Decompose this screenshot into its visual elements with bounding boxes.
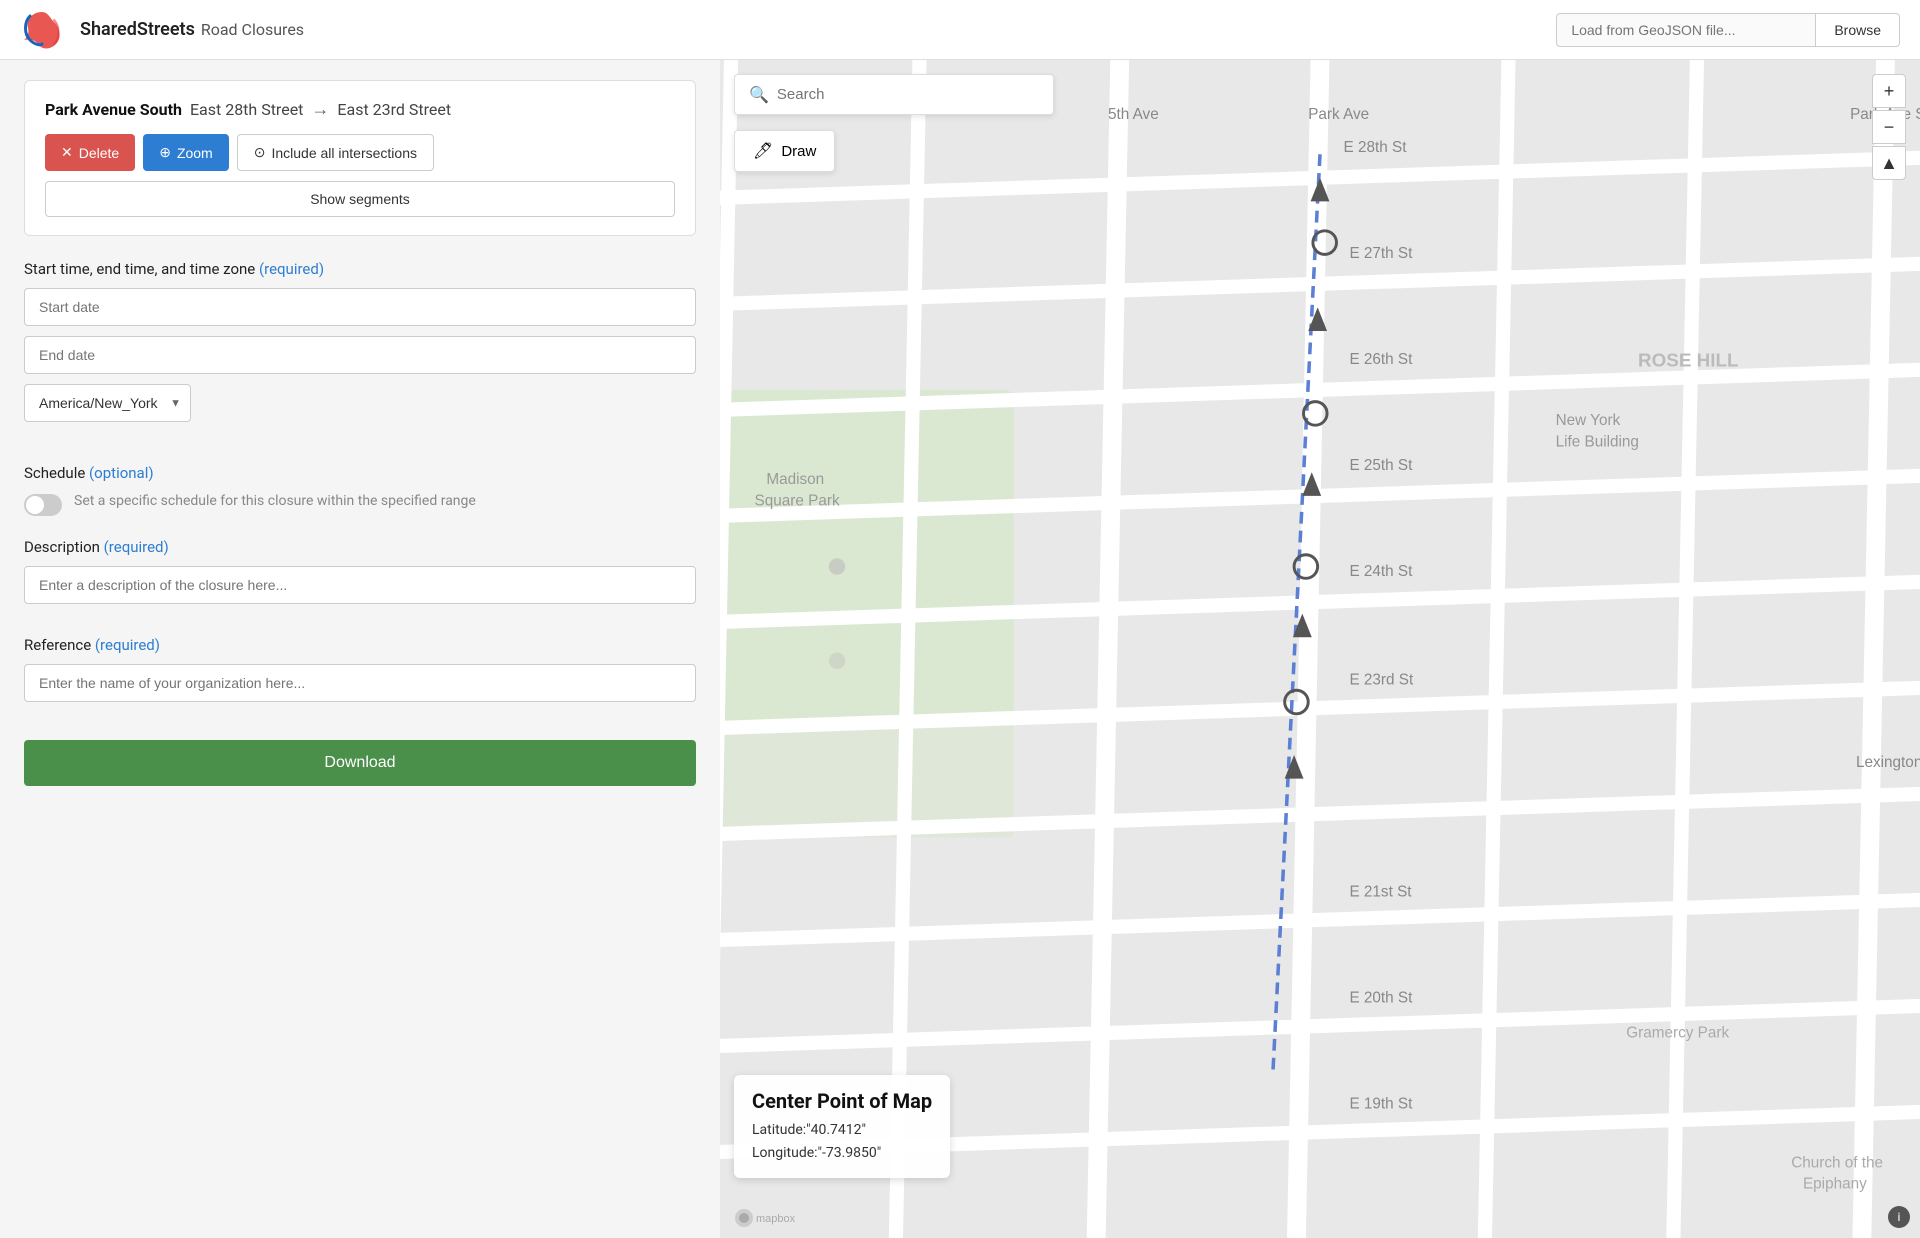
geojson-input[interactable] — [1556, 13, 1816, 47]
svg-text:E 23rd St: E 23rd St — [1349, 671, 1414, 688]
closure-to: East 23rd Street — [337, 100, 451, 119]
zoom-in-button[interactable]: + — [1872, 74, 1906, 108]
search-icon: 🔍 — [749, 85, 769, 104]
svg-text:mapbox: mapbox — [756, 1213, 796, 1225]
include-label: Include all intersections — [271, 145, 417, 161]
center-point-latitude: Latitude:"40.7412" — [752, 1119, 932, 1141]
schedule-label-text: Schedule — [24, 464, 85, 482]
draw-label: Draw — [781, 143, 816, 160]
description-label-text: Description — [24, 538, 100, 556]
description-input[interactable] — [24, 566, 696, 604]
delete-label: Delete — [79, 145, 119, 161]
svg-text:E 20th St: E 20th St — [1349, 989, 1413, 1006]
closure-arrow-icon: → — [311, 99, 329, 120]
svg-text:E 19th St: E 19th St — [1349, 1095, 1413, 1112]
map-panel: E 28th St E 27th St E 26th St E 25th St … — [720, 60, 1920, 1238]
zoom-button[interactable]: ⊕ Zoom — [143, 134, 229, 171]
show-segments-label: Show segments — [310, 191, 410, 207]
time-section: Start time, end time, and time zone (req… — [24, 260, 696, 442]
map-zoom-controls: + − ▲ — [1872, 74, 1906, 180]
delete-icon: ✕ — [61, 144, 73, 161]
download-button[interactable]: Download — [24, 740, 696, 786]
schedule-toggle-label: Set a specific schedule for this closure… — [74, 492, 476, 512]
svg-text:E 21st St: E 21st St — [1349, 883, 1412, 900]
map-search-bar: 🔍 — [734, 74, 1054, 115]
zoom-label: Zoom — [177, 145, 213, 161]
schedule-optional-badge: (optional) — [89, 464, 154, 482]
svg-text:E 26th St: E 26th St — [1349, 351, 1413, 368]
center-point-info: Center Point of Map Latitude:"40.7412" L… — [734, 1075, 950, 1178]
timezone-select[interactable]: America/New_York — [24, 384, 191, 422]
description-section: Description (required) — [24, 538, 696, 614]
svg-text:Church of the: Church of the — [1791, 1154, 1883, 1171]
app-name: SharedStreets — [80, 19, 195, 40]
browse-button[interactable]: Browse — [1816, 13, 1900, 47]
schedule-section-label: Schedule (optional) — [24, 464, 696, 482]
closure-from: East 28th Street — [190, 100, 303, 119]
reference-required-badge: (required) — [95, 636, 160, 654]
schedule-toggle[interactable] — [24, 494, 62, 516]
svg-text:E 27th St: E 27th St — [1349, 245, 1413, 262]
map-background: E 28th St E 27th St E 26th St E 25th St … — [720, 60, 1920, 1238]
header: SharedStreets Road Closures Browse — [0, 0, 1920, 60]
time-required-badge: (required) — [259, 260, 324, 278]
svg-text:Square Park: Square Park — [755, 492, 840, 509]
svg-text:ROSE HILL: ROSE HILL — [1638, 349, 1738, 370]
include-icon: ⊙ — [254, 144, 266, 161]
reference-section-label: Reference (required) — [24, 636, 696, 654]
search-input[interactable] — [777, 86, 1039, 103]
end-date-input[interactable] — [24, 336, 696, 374]
svg-text:Epiphany: Epiphany — [1803, 1176, 1867, 1193]
logo-icon — [20, 8, 64, 52]
zoom-out-button[interactable]: − — [1872, 110, 1906, 144]
schedule-toggle-row: Set a specific schedule for this closure… — [24, 492, 696, 516]
include-intersections-button[interactable]: ⊙ Include all intersections — [237, 134, 434, 171]
closure-title: Park Avenue South East 28th Street → Eas… — [45, 99, 675, 120]
delete-button[interactable]: ✕ Delete — [45, 134, 135, 171]
start-date-input[interactable] — [24, 288, 696, 326]
time-section-label: Start time, end time, and time zone (req… — [24, 260, 696, 278]
show-segments-button[interactable]: Show segments — [45, 181, 675, 217]
timezone-wrapper[interactable]: America/New_York — [24, 384, 191, 422]
svg-text:New York: New York — [1556, 412, 1621, 429]
zoom-north-button[interactable]: ▲ — [1872, 146, 1906, 180]
mapbox-logo: mapbox — [734, 1208, 814, 1228]
description-required-badge: (required) — [104, 538, 169, 556]
description-section-label: Description (required) — [24, 538, 696, 556]
svg-text:Life Building: Life Building — [1556, 433, 1639, 450]
closure-street-name: Park Avenue South — [45, 100, 182, 119]
svg-text:Park Ave: Park Ave — [1308, 106, 1369, 123]
draw-button[interactable]: 🖊 Draw — [734, 130, 835, 172]
center-point-longitude: Longitude:"-73.9850" — [752, 1142, 932, 1164]
info-button[interactable]: i — [1888, 1206, 1910, 1228]
map-streets: E 28th St E 27th St E 26th St E 25th St … — [720, 60, 1920, 1238]
page-name: Road Closures — [201, 20, 304, 39]
time-label-text: Start time, end time, and time zone — [24, 260, 255, 278]
left-panel: Park Avenue South East 28th Street → Eas… — [0, 60, 720, 1238]
svg-text:E 24th St: E 24th St — [1349, 563, 1413, 580]
svg-text:Gramercy Park: Gramercy Park — [1626, 1025, 1729, 1042]
reference-label-text: Reference — [24, 636, 91, 654]
svg-text:Madison: Madison — [766, 471, 824, 488]
reference-input[interactable] — [24, 664, 696, 702]
reference-section: Reference (required) — [24, 636, 696, 712]
svg-text:5th Ave: 5th Ave — [1108, 106, 1159, 123]
schedule-section: Schedule (optional) Set a specific sched… — [24, 464, 696, 516]
main: Park Avenue South East 28th Street → Eas… — [0, 60, 1920, 1238]
logo — [20, 8, 64, 52]
svg-text:E 28th St: E 28th St — [1344, 139, 1408, 156]
svg-text:E 25th St: E 25th St — [1349, 457, 1413, 474]
svg-text:Lexington Ave: Lexington Ave — [1856, 754, 1920, 771]
draw-icon: 🖊 — [753, 141, 773, 161]
closure-card: Park Avenue South East 28th Street → Eas… — [24, 80, 696, 236]
zoom-icon: ⊕ — [159, 144, 171, 161]
mapbox-logo-svg: mapbox — [734, 1208, 814, 1228]
center-point-title: Center Point of Map — [752, 1089, 932, 1113]
closure-buttons: ✕ Delete ⊕ Zoom ⊙ Include all intersecti… — [45, 134, 675, 171]
